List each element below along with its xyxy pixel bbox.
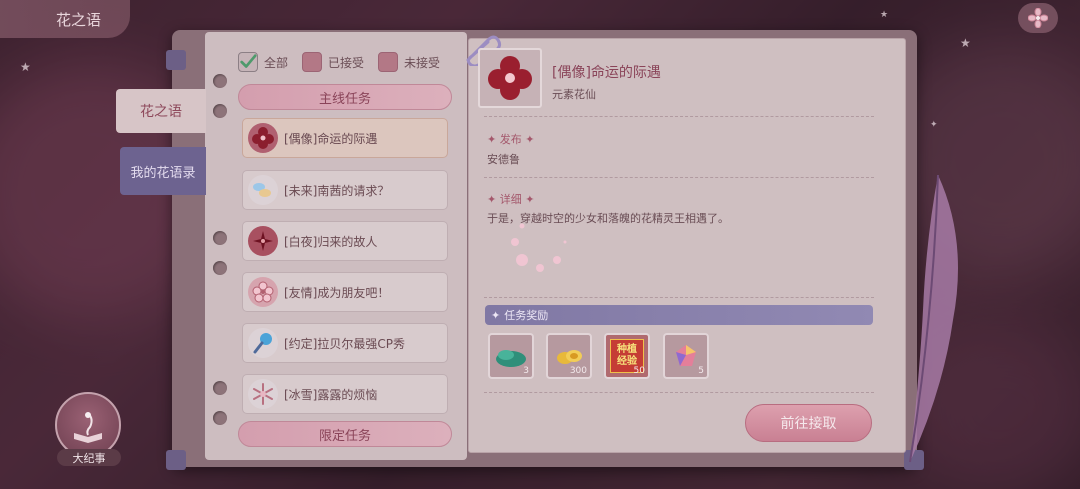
gold-coins-icon xyxy=(557,350,582,364)
reward-count: 50 xyxy=(633,366,645,376)
quest-label: [冰雪]露露的烦恼 xyxy=(284,387,378,402)
filter-not-accepted-label: 未接受 xyxy=(404,55,441,70)
dark-red-flower-icon xyxy=(248,226,278,256)
reward-item[interactable]: 300 xyxy=(546,333,592,379)
reward-item[interactable]: 种植经验 50 xyxy=(604,333,650,379)
filter-accepted[interactable]: 已接受 xyxy=(302,52,364,72)
divider xyxy=(484,177,874,178)
quest-item[interactable]: [未来]南茜的请求？ xyxy=(242,170,448,210)
checkbox-not-accepted[interactable] xyxy=(378,52,399,72)
rewards-header: ✦ 任务奖励 xyxy=(485,305,873,325)
quest-label: [偶像]命运的际遇 xyxy=(284,131,378,146)
quest-item[interactable]: [约定]拉贝尔最强CP秀 xyxy=(242,323,448,363)
star-icon: ★ xyxy=(880,10,889,20)
reward-count: 3 xyxy=(523,366,529,376)
quest-item[interactable]: [偶像]命运的际遇 xyxy=(242,118,448,158)
reward-count: 5 xyxy=(698,366,704,376)
filter-all[interactable]: 全部 xyxy=(238,52,288,72)
butterfly-icon xyxy=(248,175,278,205)
star-icon: ✦ xyxy=(930,120,938,130)
divider xyxy=(484,297,874,298)
main-quests-header[interactable]: 主线任务 xyxy=(238,84,452,110)
limited-quests-header[interactable]: 限定任务 xyxy=(238,421,452,447)
quest-item[interactable]: [白夜]归来的故人 xyxy=(242,221,448,261)
star-icon: ★ xyxy=(960,36,971,50)
flower-close-icon xyxy=(1028,8,1048,28)
divider xyxy=(484,116,874,117)
planting-exp-text: 种植经验 xyxy=(617,344,637,367)
page-title: 花之语 xyxy=(0,0,130,38)
star-icon: ★ xyxy=(20,60,31,74)
petal-sparkles-icon xyxy=(511,223,567,272)
feather-quill-icon xyxy=(909,174,958,463)
quest-label: [未来]南茜的请求？ xyxy=(284,183,390,198)
filter-accepted-label: 已接受 xyxy=(328,55,365,70)
quest-label: [白夜]归来的故人 xyxy=(284,234,378,249)
microphone-icon xyxy=(248,328,278,358)
snowflake-icon xyxy=(248,379,278,409)
quest-label: [约定]拉贝尔最强CP秀 xyxy=(284,336,405,351)
filter-row: 全部 已接受 未接受 xyxy=(238,52,440,72)
gem-icon xyxy=(676,345,696,366)
go-accept-button[interactable]: 前往接取 xyxy=(745,404,872,442)
quest-label: [友情]成为朋友吧！ xyxy=(284,285,390,300)
close-button[interactable] xyxy=(1018,3,1058,33)
publisher-name: 安德鲁 xyxy=(487,153,520,166)
reward-item[interactable]: 5 xyxy=(663,333,709,379)
checkbox-accepted[interactable] xyxy=(302,52,323,72)
tab-my-flower-records[interactable]: 我的花语录 xyxy=(120,147,206,195)
book-corner xyxy=(166,50,186,70)
quest-detail-subtitle: 元素花仙 xyxy=(552,88,596,101)
red-flower-icon xyxy=(488,56,532,100)
saga-label[interactable]: 大纪事 xyxy=(57,449,121,466)
filter-not-accepted[interactable]: 未接受 xyxy=(378,52,440,72)
filter-all-label: 全部 xyxy=(264,55,289,70)
publish-label: ✦ 发布 ✦ xyxy=(487,133,535,146)
quest-item[interactable]: [冰雪]露露的烦恼 xyxy=(242,374,448,414)
reward-count: 300 xyxy=(569,366,587,376)
quest-item[interactable]: [友情]成为朋友吧！ xyxy=(242,272,448,312)
pink-blossom-icon xyxy=(248,277,278,307)
detail-label: ✦ 详细 ✦ xyxy=(487,193,535,206)
checkbox-all[interactable] xyxy=(238,52,258,72)
checkmark-icon xyxy=(240,54,257,68)
reward-item[interactable]: 3 xyxy=(488,333,534,379)
storybook-icon xyxy=(74,412,102,443)
divider xyxy=(484,392,874,393)
quest-portrait xyxy=(478,48,542,108)
book-corner xyxy=(166,450,186,470)
quest-detail-title: [偶像]命运的际遇 xyxy=(552,65,661,81)
red-flower-icon xyxy=(248,123,278,153)
tab-flower-language[interactable]: 花之语 xyxy=(116,89,206,133)
